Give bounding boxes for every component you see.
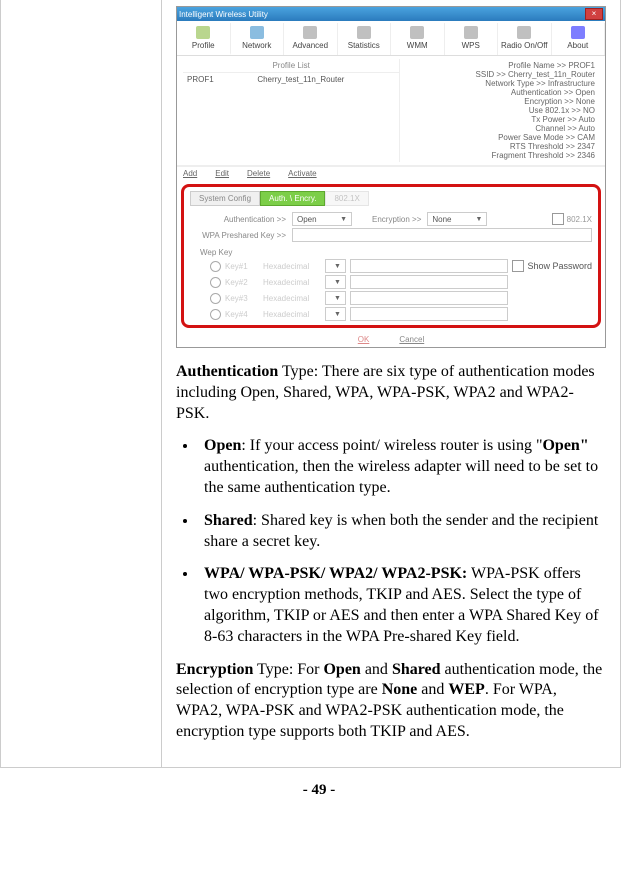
open-item: Open: If your access point/ wireless rou… <box>198 436 606 498</box>
tab-advanced[interactable]: Advanced <box>284 23 338 55</box>
show-password-checkbox[interactable] <box>512 260 524 272</box>
subtab-auth-encry[interactable]: Auth. \ Encry. <box>260 191 325 206</box>
tab-wps[interactable]: WPS <box>445 23 499 55</box>
8021x-checkbox[interactable] <box>552 213 564 225</box>
statistics-icon <box>357 26 371 39</box>
wep-key4-radio[interactable] <box>210 309 221 320</box>
about-icon <box>571 26 585 39</box>
wpa-item: WPA/ WPA-PSK/ WPA2/ WPA2-PSK: WPA-PSK of… <box>198 564 606 647</box>
window-title: Intelligent Wireless Utility <box>179 10 268 19</box>
8021x-label: 802.1X <box>567 215 592 224</box>
caret-down-icon: ▼ <box>334 295 341 302</box>
main-tabs: Profile Network Advanced Statistics WMM … <box>177 21 605 56</box>
shared-item: Shared: Shared key is when both the send… <box>198 511 606 553</box>
page-row: Intelligent Wireless Utility × Profile N… <box>0 0 621 768</box>
close-icon[interactable]: × <box>585 8 603 20</box>
tab-wmm[interactable]: WMM <box>391 23 445 55</box>
psk-input[interactable] <box>292 228 592 242</box>
wep-key1-radio[interactable] <box>210 261 221 272</box>
edit-button[interactable]: Edit <box>215 169 229 178</box>
tab-about[interactable]: About <box>552 23 606 55</box>
cancel-button[interactable]: Cancel <box>399 335 424 344</box>
page-number: - 49 - <box>0 782 638 799</box>
psk-label: WPA Preshared Key >> <box>190 231 292 240</box>
profile-name-cell: PROF1 <box>187 75 245 84</box>
sub-tabs: System Config Auth. \ Encry. 802.1X <box>190 191 592 206</box>
tab-statistics[interactable]: Statistics <box>338 23 392 55</box>
caret-down-icon: ▼ <box>334 279 341 286</box>
subtab-8021x[interactable]: 802.1X <box>325 191 368 206</box>
wep-key2-radio[interactable] <box>210 277 221 288</box>
profile-icon <box>196 26 210 39</box>
profile-details: Profile Name >> PROF1 SSID >> Cherry_tes… <box>400 59 599 162</box>
wep-key-heading: Wep Key <box>200 248 592 257</box>
radio-icon <box>517 26 531 39</box>
dialog-buttons: OK Cancel <box>177 332 605 347</box>
profile-section: Profile List PROF1 Cherry_test_11n_Route… <box>177 56 605 166</box>
caret-down-icon: ▼ <box>334 311 341 318</box>
encr-label: Encryption >> <box>372 215 427 224</box>
delete-button[interactable]: Delete <box>247 169 270 178</box>
document-text: Authentication Type: There are six type … <box>176 362 606 743</box>
wep-key3-input[interactable] <box>350 291 508 305</box>
profile-ssid-cell: Cherry_test_11n_Router <box>257 75 344 84</box>
wps-icon <box>464 26 478 39</box>
wep-key1-input[interactable] <box>350 259 509 273</box>
highlighted-panel: System Config Auth. \ Encry. 802.1X Auth… <box>181 184 601 328</box>
caret-down-icon: ▼ <box>334 263 341 270</box>
advanced-icon <box>303 26 317 39</box>
activate-button[interactable]: Activate <box>288 169 316 178</box>
auth-dropdown[interactable]: Open▼ <box>292 212 352 226</box>
wep-key1-mode-dropdown[interactable]: ▼ <box>325 259 346 273</box>
tab-profile[interactable]: Profile <box>177 23 231 55</box>
wep-key4-input[interactable] <box>350 307 508 321</box>
show-password-label: Show Password <box>527 261 592 271</box>
profile-row[interactable]: PROF1 Cherry_test_11n_Router <box>183 73 399 86</box>
auth-label: Authentication >> <box>190 215 292 224</box>
profile-list-header: Profile List <box>183 59 399 73</box>
subtab-system-config[interactable]: System Config <box>190 191 260 206</box>
wep-key3-mode-dropdown[interactable]: ▼ <box>325 291 346 305</box>
network-icon <box>250 26 264 39</box>
caret-down-icon: ▼ <box>340 216 347 223</box>
wmm-icon <box>410 26 424 39</box>
encryption-paragraph: Encryption Type: For Open and Shared aut… <box>176 660 606 743</box>
encr-dropdown[interactable]: None▼ <box>427 212 487 226</box>
right-column: Intelligent Wireless Utility × Profile N… <box>162 0 620 767</box>
profile-actions: Add Edit Delete Activate <box>177 166 605 180</box>
wep-key4-mode-dropdown[interactable]: ▼ <box>325 307 346 321</box>
caret-down-icon: ▼ <box>475 216 482 223</box>
tab-network[interactable]: Network <box>231 23 285 55</box>
utility-screenshot: Intelligent Wireless Utility × Profile N… <box>176 6 606 348</box>
left-column <box>0 0 162 767</box>
tab-radio[interactable]: Radio On/Off <box>498 23 552 55</box>
add-button[interactable]: Add <box>183 169 197 178</box>
wep-key2-mode-dropdown[interactable]: ▼ <box>325 275 346 289</box>
authentication-paragraph: Authentication Type: There are six type … <box>176 362 606 424</box>
wep-key3-radio[interactable] <box>210 293 221 304</box>
ok-button[interactable]: OK <box>358 335 370 344</box>
auth-list: Open: If your access point/ wireless rou… <box>176 436 606 647</box>
wep-key2-input[interactable] <box>350 275 508 289</box>
window-titlebar: Intelligent Wireless Utility × <box>177 7 605 21</box>
